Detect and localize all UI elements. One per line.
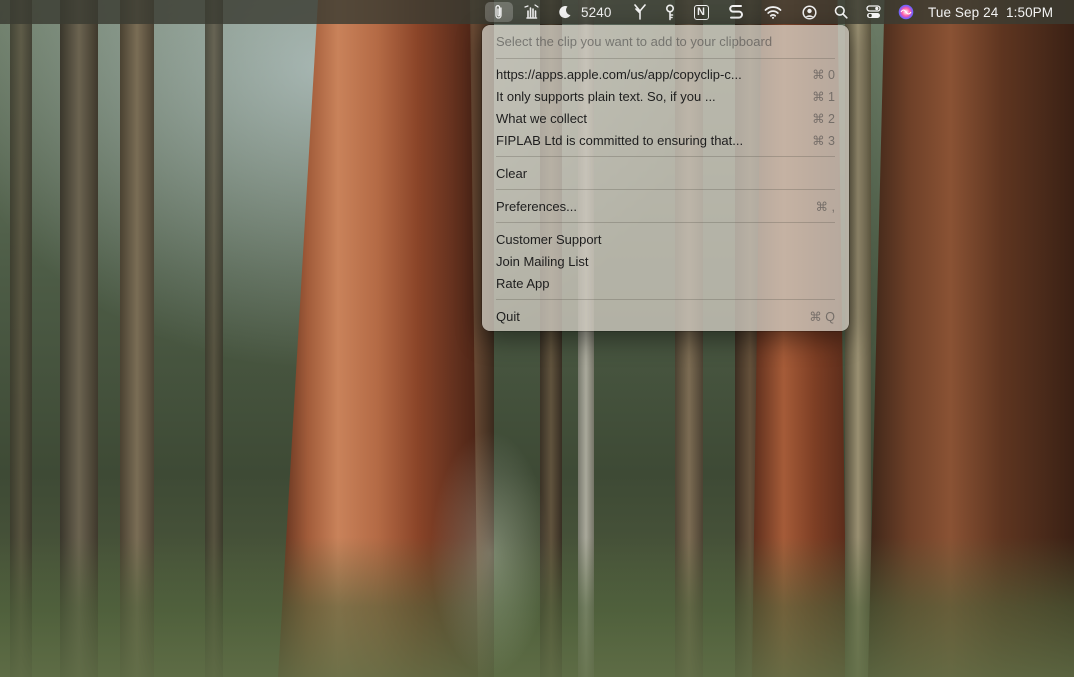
clear-menu-item[interactable]: Clear [496, 163, 835, 183]
menu-bar: 5240 N Tue Sep 24 1:50PM [0, 0, 1074, 24]
siri-icon [898, 4, 914, 20]
clip-label: FIPLAB Ltd is committed to ensuring that… [496, 132, 744, 148]
key-icon [665, 3, 675, 20]
clip-item-2[interactable]: What we collect ⌘ 2 [496, 108, 835, 128]
copyclip-menu-extra[interactable] [485, 2, 513, 22]
clip-label: What we collect [496, 110, 588, 126]
clip-label: https://apps.apple.com/us/app/copyclip-c… [496, 66, 742, 82]
clip-item-3[interactable]: FIPLAB Ltd is committed to ensuring that… [496, 130, 835, 150]
preferences-menu-item[interactable]: Preferences... ⌘ , [496, 196, 835, 216]
menu-separator [496, 222, 835, 223]
wifi-menu-extra[interactable] [760, 0, 786, 24]
notion-menu-extra[interactable]: N [690, 0, 712, 24]
siri-button[interactable] [895, 0, 917, 24]
amphetamine-menu-extra[interactable]: 5240 [558, 0, 618, 24]
rate-app-label: Rate App [496, 275, 550, 291]
customer-support-menu-item[interactable]: Customer Support [496, 229, 835, 249]
quit-shortcut: ⌘ Q [809, 309, 835, 324]
clock-menu-extra[interactable]: Tue Sep 24 1:50PM [928, 0, 1058, 24]
spotlight-button[interactable] [830, 0, 852, 24]
quit-menu-item[interactable]: Quit ⌘ Q [496, 306, 835, 326]
clip-shortcut: ⌘ 2 [812, 111, 835, 126]
fork-icon [634, 4, 646, 20]
preferences-shortcut: ⌘ , [815, 199, 835, 214]
gesture-icon [523, 4, 539, 19]
menu-separator [496, 299, 835, 300]
preferences-label: Preferences... [496, 198, 577, 214]
desktop-wallpaper: 5240 N Tue Sep 24 1:50PM Select the clip… [0, 0, 1074, 677]
gesture-menu-extra[interactable] [518, 0, 544, 24]
s-app-menu-extra[interactable] [725, 0, 747, 24]
light-haze [430, 430, 550, 677]
join-mailing-list-menu-item[interactable]: Join Mailing List [496, 251, 835, 271]
date-time-text: Tue Sep 24 1:50PM [928, 4, 1054, 20]
fork-menu-extra[interactable] [630, 0, 650, 24]
menu-header: Select the clip you want to add to your … [496, 31, 835, 51]
menu-separator [496, 58, 835, 59]
rate-app-menu-item[interactable]: Rate App [496, 273, 835, 293]
clip-shortcut: ⌘ 3 [812, 133, 835, 148]
notion-icon: N [693, 4, 709, 20]
clip-item-0[interactable]: https://apps.apple.com/us/app/copyclip-c… [496, 64, 835, 84]
join-mailing-list-label: Join Mailing List [496, 253, 589, 269]
battery-count-text: 5240 [581, 4, 612, 20]
search-icon [834, 5, 848, 19]
moon-icon [559, 6, 571, 19]
quit-label: Quit [496, 308, 520, 324]
clip-shortcut: ⌘ 1 [812, 89, 835, 104]
paperclip-icon [495, 5, 502, 19]
menu-header-text: Select the clip you want to add to your … [496, 33, 773, 49]
clip-label: It only supports plain text. So, if you … [496, 88, 716, 104]
clear-label: Clear [496, 165, 528, 181]
s-app-icon [729, 5, 743, 19]
clip-item-1[interactable]: It only supports plain text. So, if you … [496, 86, 835, 106]
control-center-button[interactable] [862, 0, 884, 24]
user-circle-icon [801, 4, 817, 20]
clip-shortcut: ⌘ 0 [812, 67, 835, 82]
control-center-icon [865, 5, 881, 18]
customer-support-label: Customer Support [496, 231, 602, 247]
copyclip-dropdown-menu: Select the clip you want to add to your … [482, 25, 849, 331]
key-menu-extra[interactable] [660, 0, 680, 24]
menu-separator [496, 189, 835, 190]
menu-separator [496, 156, 835, 157]
user-menu-extra[interactable] [798, 0, 820, 24]
notion-letter: N [697, 5, 705, 18]
wifi-icon [764, 6, 782, 19]
